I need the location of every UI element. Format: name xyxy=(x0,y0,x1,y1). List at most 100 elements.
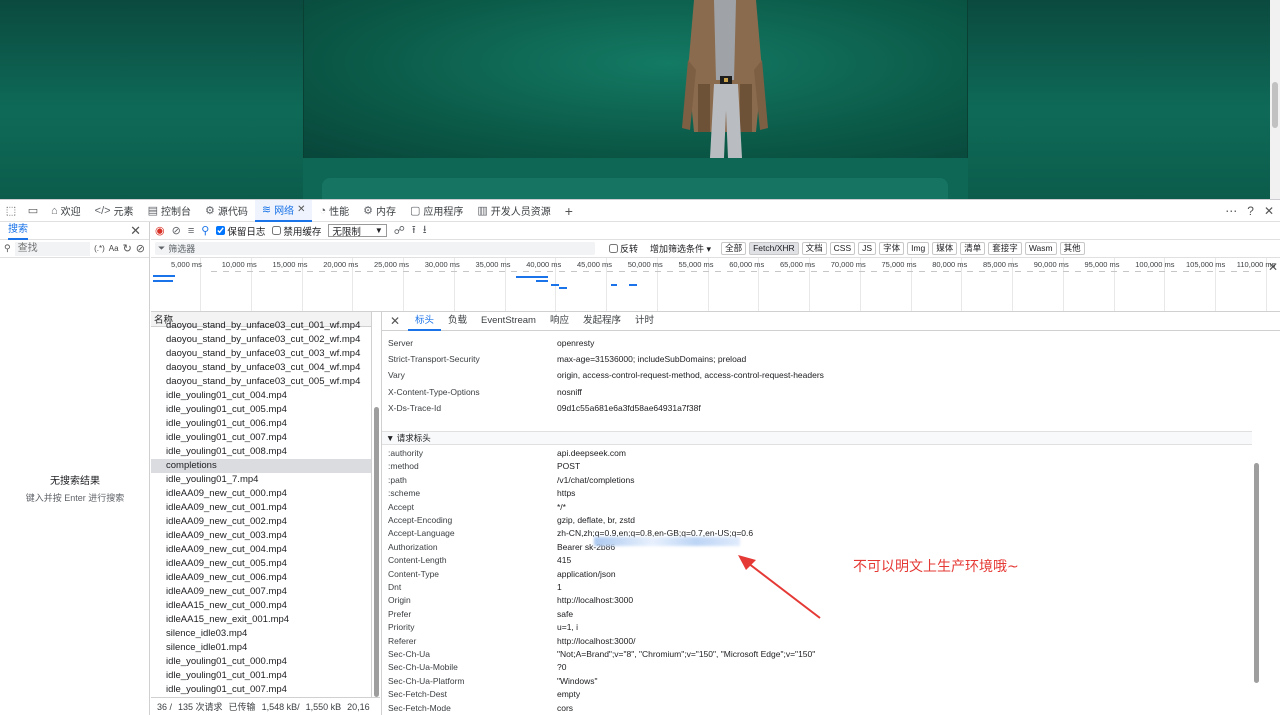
header-value[interactable]: max-age=31536000; includeSubDomains; pre… xyxy=(557,354,746,367)
header-value[interactable]: POST xyxy=(557,461,580,474)
header-value[interactable]: gzip, deflate, br, zstd xyxy=(557,515,635,528)
request-row[interactable]: idleAA15_new_cut_000.mp4 xyxy=(151,599,371,613)
detail-tab[interactable]: 发起程序 xyxy=(576,312,628,331)
tab-1[interactable]: </> 元素 xyxy=(88,200,141,222)
request-row[interactable]: idle_youling01_cut_006.mp4 xyxy=(151,417,371,431)
close-devtools-icon[interactable]: ✕ xyxy=(1264,204,1274,218)
fetch-filter-icon[interactable]: ≡ xyxy=(188,225,194,237)
header-value[interactable]: */* xyxy=(557,502,566,515)
request-row[interactable]: daoyou_stand_by_unface03_cut_001_wf.mp4 xyxy=(151,319,371,333)
filter-type-chip[interactable]: 清单 xyxy=(960,242,986,255)
request-row[interactable]: daoyou_stand_by_unface03_cut_004_wf.mp4 xyxy=(151,361,371,375)
tab-0[interactable]: ⌂ 欢迎 xyxy=(44,200,88,222)
filter-type-chip[interactable]: Wasm xyxy=(1024,242,1057,255)
request-row[interactable]: idleAA09_new_cut_001.mp4 xyxy=(151,501,371,515)
refresh-icon[interactable]: ↻ xyxy=(123,242,132,255)
header-value[interactable]: /v1/chat/completions xyxy=(557,475,634,488)
header-value[interactable]: api.deepseek.com xyxy=(557,448,626,461)
add-tab-icon[interactable]: + xyxy=(558,200,580,222)
header-value[interactable]: "Windows" xyxy=(557,676,598,689)
more-filters-dropdown[interactable]: 增加筛选条件 ▾ xyxy=(650,242,711,255)
header-value[interactable]: origin, access-control-request-method, a… xyxy=(557,370,824,383)
request-headers-section[interactable]: ▼ 请求标头 xyxy=(382,431,1252,445)
network-conditions-icon[interactable]: ☍ xyxy=(394,224,405,237)
filter-type-chip[interactable]: 文档 xyxy=(801,242,827,255)
request-row[interactable]: daoyou_stand_by_unface03_cut_003_wf.mp4 xyxy=(151,347,371,361)
header-value[interactable]: openresty xyxy=(557,338,594,351)
filter-type-chip[interactable]: 媒体 xyxy=(932,242,958,255)
tab-6[interactable]: ⚙ 内存 xyxy=(356,200,403,222)
filter-type-chip[interactable]: 字体 xyxy=(879,242,905,255)
search-input[interactable] xyxy=(14,241,91,256)
request-row[interactable]: daoyou_stand_by_unface03_cut_002_wf.mp4 xyxy=(151,333,371,347)
header-value[interactable]: 09d1c55a681e6a3fd58ae64931a7f38f xyxy=(557,403,701,416)
filter-type-chip[interactable]: JS xyxy=(858,242,877,255)
request-row[interactable]: idle_youling01_cut_005.mp4 xyxy=(151,403,371,417)
request-row[interactable]: idleAA09_new_cut_007.mp4 xyxy=(151,585,371,599)
header-value[interactable]: nosniff xyxy=(557,387,582,400)
filter-type-chip[interactable]: 全部 xyxy=(721,242,747,255)
disable-cache-checkbox[interactable]: 禁用缓存 xyxy=(272,224,321,238)
more-options-icon[interactable]: ⋯ xyxy=(1225,204,1237,218)
close-search-icon[interactable]: ✕ xyxy=(130,223,141,239)
tab-4[interactable]: ≋ 网络 ✕ xyxy=(254,199,313,222)
filter-type-chip[interactable]: 其他 xyxy=(1059,242,1085,255)
request-row[interactable]: idleAA09_new_cut_005.mp4 xyxy=(151,557,371,571)
invert-checkbox[interactable]: 反转 xyxy=(609,242,638,255)
detail-tab[interactable]: 计时 xyxy=(628,312,661,331)
device-select-icon[interactable]: ⬚ xyxy=(0,200,22,222)
request-row[interactable]: idle_youling01_cut_007.mp4 xyxy=(151,431,371,445)
header-value[interactable]: https xyxy=(557,488,575,501)
search-tab[interactable]: 搜索 xyxy=(8,222,28,240)
detail-scrollbar[interactable] xyxy=(1253,331,1261,715)
close-detail-icon[interactable]: ✕ xyxy=(382,314,408,328)
network-timeline[interactable]: ✕ 5,000 ms 10,000 ms 15,000 ms 20,000 ms 25,… xyxy=(151,258,1280,312)
header-value[interactable]: cors xyxy=(557,703,573,715)
request-row[interactable]: silence_idle03.mp4 xyxy=(151,627,371,641)
request-list-scrollbar[interactable] xyxy=(372,327,380,697)
request-row[interactable]: idleAA09_new_cut_002.mp4 xyxy=(151,515,371,529)
request-row[interactable]: idle_youling01_cut_004.mp4 xyxy=(151,389,371,403)
tab-8[interactable]: ▥ 开发人员资源 xyxy=(470,200,557,222)
preserve-log-checkbox[interactable]: 保留日志 xyxy=(216,224,265,238)
filter-input[interactable]: ⏷ 筛选器 xyxy=(155,242,595,255)
tab-7[interactable]: ▢ 应用程序 xyxy=(403,200,470,222)
search-network-icon[interactable]: ⚲ xyxy=(201,224,209,237)
request-row[interactable]: idleAA09_new_cut_000.mp4 xyxy=(151,487,371,501)
request-row[interactable]: idle_youling01_7.mp4 xyxy=(151,473,371,487)
export-har-icon[interactable]: ⭳ xyxy=(423,221,427,240)
detail-tab[interactable]: 负载 xyxy=(441,312,474,331)
tab-3[interactable]: ⚙ 源代码 xyxy=(198,200,255,222)
detail-tab[interactable]: 标头 xyxy=(408,312,442,331)
filter-type-chip[interactable]: 套接字 xyxy=(988,242,1022,255)
request-row[interactable]: idle_youling01_cut_008.mp4 xyxy=(151,445,371,459)
request-row[interactable]: silence_idle01.mp4 xyxy=(151,641,371,655)
request-row[interactable]: idle_youling01_cut_000.mp4 xyxy=(151,655,371,669)
header-value[interactable]: 415 xyxy=(557,555,571,568)
filter-type-chip[interactable]: CSS xyxy=(829,242,856,255)
filter-type-chip[interactable]: Fetch/XHR xyxy=(749,242,799,255)
request-row[interactable]: idleAA15_new_exit_001.mp4 xyxy=(151,613,371,627)
request-row[interactable]: completions xyxy=(151,459,371,473)
request-row[interactable]: idle_youling01_cut_001.mp4 xyxy=(151,669,371,683)
header-value[interactable]: empty xyxy=(557,689,580,702)
header-value[interactable]: u=1, i xyxy=(557,622,578,635)
tab-5[interactable]: ◔ 性能 xyxy=(312,200,356,222)
request-row[interactable]: idleAA09_new_cut_003.mp4 xyxy=(151,529,371,543)
request-row[interactable]: idleAA09_new_cut_006.mp4 xyxy=(151,571,371,585)
request-row[interactable]: daoyou_stand_by_unface03_cut_005_wf.mp4 xyxy=(151,375,371,389)
device-emulation-icon[interactable]: ▭ xyxy=(22,200,44,222)
header-value[interactable]: 1 xyxy=(557,582,562,595)
detail-tab[interactable]: EventStream xyxy=(474,312,543,331)
tab-2[interactable]: ▤ 控制台 xyxy=(141,200,198,222)
chat-input-area[interactable] xyxy=(322,178,948,199)
header-value[interactable]: application/json xyxy=(557,569,616,582)
detail-tab[interactable]: 响应 xyxy=(543,312,576,331)
close-tab-icon[interactable]: ✕ xyxy=(297,204,305,215)
filter-type-chip[interactable]: Img xyxy=(907,242,930,255)
regex-toggle[interactable]: (.*) xyxy=(94,244,105,253)
page-scrollbar[interactable] xyxy=(1270,0,1280,199)
import-har-icon[interactable]: ⭱ xyxy=(412,221,416,240)
record-icon[interactable]: ◉ xyxy=(155,224,165,237)
clear-log-icon[interactable]: ⊘ xyxy=(172,224,181,237)
